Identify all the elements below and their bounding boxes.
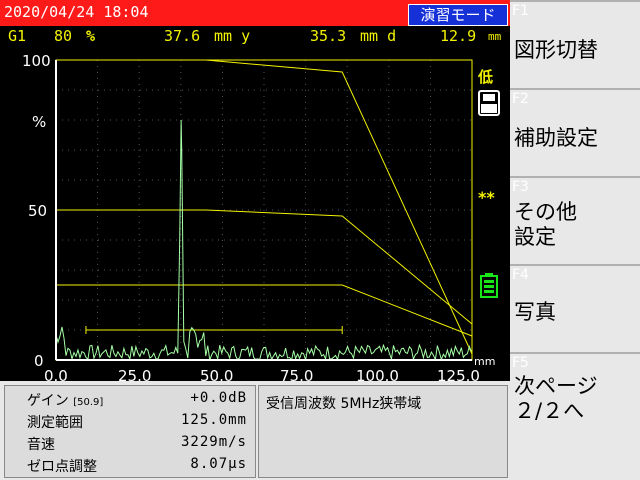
low-indicator: 低: [478, 68, 494, 86]
dac-curve: [56, 59, 473, 355]
settings-box: ゲイン [50.9] +0.0dB 測定範囲 125.0mm 音速 3229m/…: [4, 385, 256, 478]
f4-key-label: F4: [512, 267, 529, 283]
probe-frequency: 受信周波数 5MHz狭帯域: [266, 396, 422, 412]
f5-button[interactable]: F5 次ページ ２/２へ: [510, 352, 640, 440]
battery-icon: [480, 273, 498, 298]
velocity-value: 3229m/s: [180, 434, 247, 450]
zero-value: 8.07μs: [190, 456, 247, 472]
ascan-plot: [55, 59, 473, 362]
gain-value: +0.0dB: [190, 390, 247, 406]
f5-key-label: F5: [512, 355, 529, 371]
function-key-filler: [510, 440, 640, 480]
zero-row: ゼロ点調整 8.07μs: [11, 456, 251, 476]
gain-label: ゲイン: [27, 393, 69, 409]
dac-curves: [56, 59, 473, 355]
dac-curve: [56, 284, 473, 337]
gain-tag: [50.9]: [73, 397, 104, 408]
f5-label: 次ページ ２/２へ: [514, 374, 598, 423]
f1-label: 図形切替: [514, 38, 598, 62]
zero-label: ゼロ点調整: [27, 459, 97, 475]
memory-card-icon: [478, 90, 500, 116]
f1-button[interactable]: F1 図形切替: [510, 0, 640, 88]
f1-key-label: F1: [512, 3, 529, 19]
f4-label: 写真: [514, 300, 556, 324]
f2-label: 補助設定: [514, 126, 598, 150]
stars-indicator: **: [478, 188, 495, 207]
echo-trace: [55, 119, 472, 362]
f2-button[interactable]: F2 補助設定: [510, 88, 640, 176]
gain-row: ゲイン [50.9] +0.0dB: [11, 390, 251, 410]
velocity-label: 音速: [27, 437, 55, 453]
range-row: 測定範囲 125.0mm: [11, 412, 251, 432]
gate: [85, 326, 343, 334]
range-value: 125.0mm: [180, 412, 247, 428]
velocity-row: 音速 3229m/s: [11, 434, 251, 454]
range-label: 測定範囲: [27, 415, 83, 431]
f3-label: その他 設定: [514, 200, 577, 249]
f3-key-label: F3: [512, 179, 529, 195]
f4-button[interactable]: F4 写真: [510, 264, 640, 352]
f3-button[interactable]: F3 その他 設定: [510, 176, 640, 264]
f2-key-label: F2: [512, 91, 529, 107]
